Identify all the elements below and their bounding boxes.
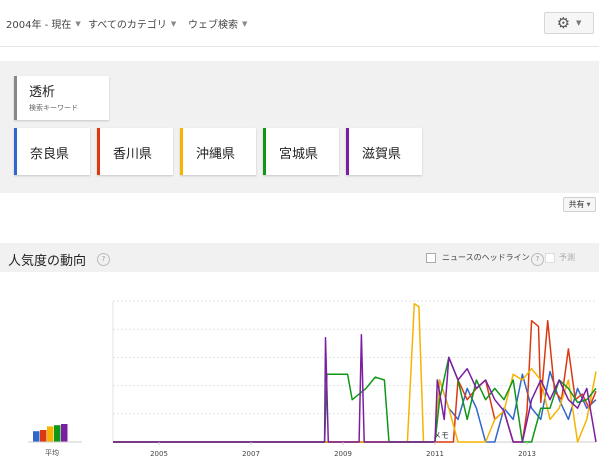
average-bar <box>40 430 47 442</box>
average-bars <box>28 424 82 443</box>
average-bar <box>47 426 54 442</box>
x-tick-label: 2013 <box>518 450 536 458</box>
interest-over-time-chart: 2005 2007 2009 2011 2013 <box>28 300 597 458</box>
x-tick-label: 2009 <box>334 450 352 458</box>
average-bar <box>54 425 61 442</box>
series-line <box>113 334 597 443</box>
x-tick-label: 2005 <box>150 450 168 458</box>
average-bar <box>33 431 40 442</box>
series-line <box>113 303 597 443</box>
chart-annotation[interactable]: メモ <box>433 430 449 441</box>
x-tick-label: 2007 <box>242 450 260 458</box>
average-label: 平均 <box>45 449 59 457</box>
average-bar <box>61 424 68 442</box>
x-tick-label: 2011 <box>426 450 444 458</box>
chart-gridlines <box>112 300 596 443</box>
series-lines <box>113 303 597 443</box>
x-axis-ticks: 2005 2007 2009 2011 2013 <box>150 442 536 458</box>
